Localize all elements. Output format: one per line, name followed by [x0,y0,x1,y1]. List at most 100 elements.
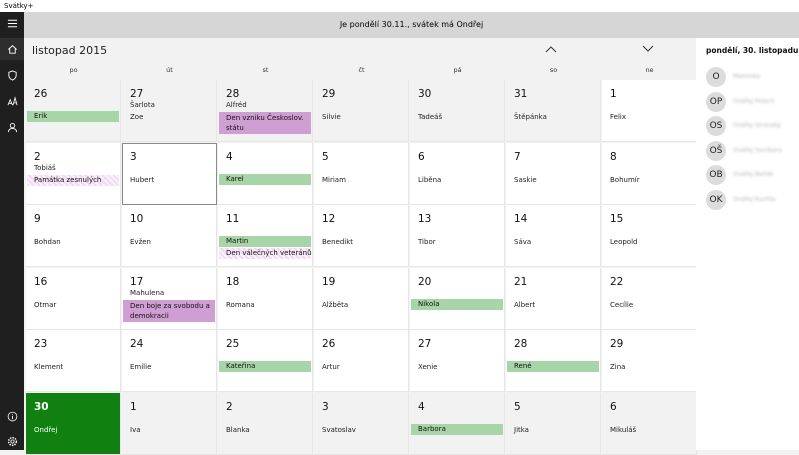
day-cell[interactable]: 17 Mahulena Den boje za svobodu a demokrac… [122,267,217,330]
home-button[interactable] [0,38,24,60]
secondary-name: Alfréd [226,101,247,109]
previous-month-button[interactable] [544,44,558,54]
day-cell[interactable]: 21 Albert [506,267,601,330]
day-cell[interactable]: 6 Mikuláš [602,393,697,455]
nameday-name: Tadeáš [418,113,443,121]
day-cell[interactable]: 13 Tibor [410,205,505,268]
nameday-name: Xenie [418,363,438,372]
nameday-highlight: Erik [27,111,119,122]
day-cell[interactable]: 4 Karel [218,142,313,205]
home-icon [7,44,17,54]
contact-item[interactable]: O Maminka [706,67,798,87]
day-cell[interactable]: 18 Romana [218,267,313,330]
nameday-name: Blanka [226,426,250,434]
contact-item[interactable]: OP Ondřej Pelech [706,91,798,112]
contact-item[interactable]: OK Ondřej Kuchta [706,189,798,210]
text-size-button[interactable] [0,90,24,112]
day-number: 4 [226,150,233,163]
day-cell[interactable]: 27 Šarlota Zoe [122,80,217,142]
day-number: 6 [610,401,617,413]
day-number: 3 [130,150,137,163]
day-number: 3 [322,401,329,413]
day-cell[interactable]: 22 Cecílie [602,267,697,330]
day-cell[interactable]: 6 Liběna [410,142,505,205]
chevron-down-icon [642,45,654,52]
day-cell[interactable]: 1 Iva [122,393,217,455]
chevron-up-icon [545,46,557,53]
day-cell[interactable]: 5 Miriam [314,142,409,205]
day-cell[interactable]: 30 Tadeáš [410,80,505,142]
day-number: 29 [322,88,336,100]
day-cell[interactable]: 2 Blanka [218,393,313,455]
day-cell[interactable]: 8 Bohumír [602,142,697,205]
day-cell[interactable]: 27 Xenie [410,330,505,393]
contact-item[interactable]: OS Ondřej Stránský [706,116,798,136]
day-number: 18 [226,275,240,288]
nameday-banner: Je pondělí 30.11., svátek má Ondřej [24,12,799,38]
settings-button[interactable] [0,430,24,452]
window-titlebar: Svátky+ [0,0,799,12]
day-cell[interactable]: 20 Nikola [410,267,505,330]
contact-name: Ondřej Šembera [733,146,782,154]
day-cell[interactable]: 28 René [506,330,601,393]
person-button[interactable] [0,116,24,138]
day-cell[interactable]: 29 Zina [602,330,697,393]
weekday-header: po [69,66,78,74]
day-cell[interactable]: 10 Evžen [122,205,217,268]
day-number: 25 [226,338,240,351]
day-number: 14 [514,213,528,226]
day-number: 24 [130,338,144,351]
day-cell[interactable]: 26 Artur [314,330,409,393]
day-cell[interactable]: 23 Klement [26,330,121,393]
day-cell[interactable]: 1 Felix [602,80,697,142]
settings-icon [7,436,17,446]
day-cell[interactable]: 12 Benedikt [314,205,409,268]
nameday-name: Klement [34,363,64,372]
day-number: 9 [34,213,41,226]
day-cell[interactable]: 4 Barbora [410,393,505,455]
day-cell[interactable]: 7 Saskie [506,142,601,205]
day-cell[interactable]: 16 Otmar [26,267,121,330]
avatar: OB [706,165,726,185]
day-cell[interactable]: 3 Svatoslav [314,393,409,455]
menu-button[interactable] [0,12,24,34]
next-month-button[interactable] [641,44,655,54]
shield-button[interactable] [0,64,24,86]
info-button[interactable] [0,405,24,427]
day-cell[interactable]: 26 Erik [26,80,121,142]
nameday-name: Svatoslav [322,426,356,434]
day-cell[interactable]: 15 Leopold [602,205,697,268]
nameday-name: Cecílie [610,300,634,309]
day-cell[interactable]: 11 Martin Den válečných veteránů [218,205,313,268]
contact-name: Ondřej Beňák [733,171,774,178]
day-number: 10 [130,213,144,226]
nameday-name: Štěpánka [514,113,547,121]
day-cell-today[interactable]: 30 Ondřej [26,393,121,455]
day-cell[interactable]: 24 Emílie [122,330,217,393]
nameday-name: Zina [610,363,626,372]
day-cell[interactable]: 5 Jitka [506,393,601,455]
day-cell[interactable]: 2 Tobiáš Památka zesnulých [26,142,121,205]
day-cell[interactable]: 25 Kateřina [218,330,313,393]
day-cell[interactable]: 29 Silvie [314,80,409,142]
nameday-highlight: Nikola [411,298,503,310]
secondary-name: Mahulena [130,288,165,297]
day-cell[interactable]: 31 Štěpánka [506,80,601,142]
contact-item[interactable]: OB Ondřej Beňák [706,165,798,185]
contact-name: Ondřej Pelech [733,97,775,105]
day-cell[interactable]: 9 Bohdan [26,205,121,268]
nameday-name: Miriam [322,175,346,184]
day-cell[interactable]: 14 Sáva [506,205,601,268]
day-number: 5 [514,401,521,413]
day-number: 5 [322,150,329,163]
day-cell[interactable]: 19 Alžběta [314,267,409,330]
day-number: 12 [322,213,336,226]
day-number: 27 [130,88,144,100]
weekday-header: čt [358,66,365,74]
day-cell[interactable]: 3 Hubert [122,142,217,205]
contact-item[interactable]: OŠ Ondřej Šembera [706,140,798,161]
day-cell[interactable]: 28 Alfréd Den vzniku Českoslov. státu [218,80,313,142]
day-number: 11 [226,213,240,226]
nameday-name: Alžběta [322,300,349,309]
avatar: OP [706,91,726,112]
